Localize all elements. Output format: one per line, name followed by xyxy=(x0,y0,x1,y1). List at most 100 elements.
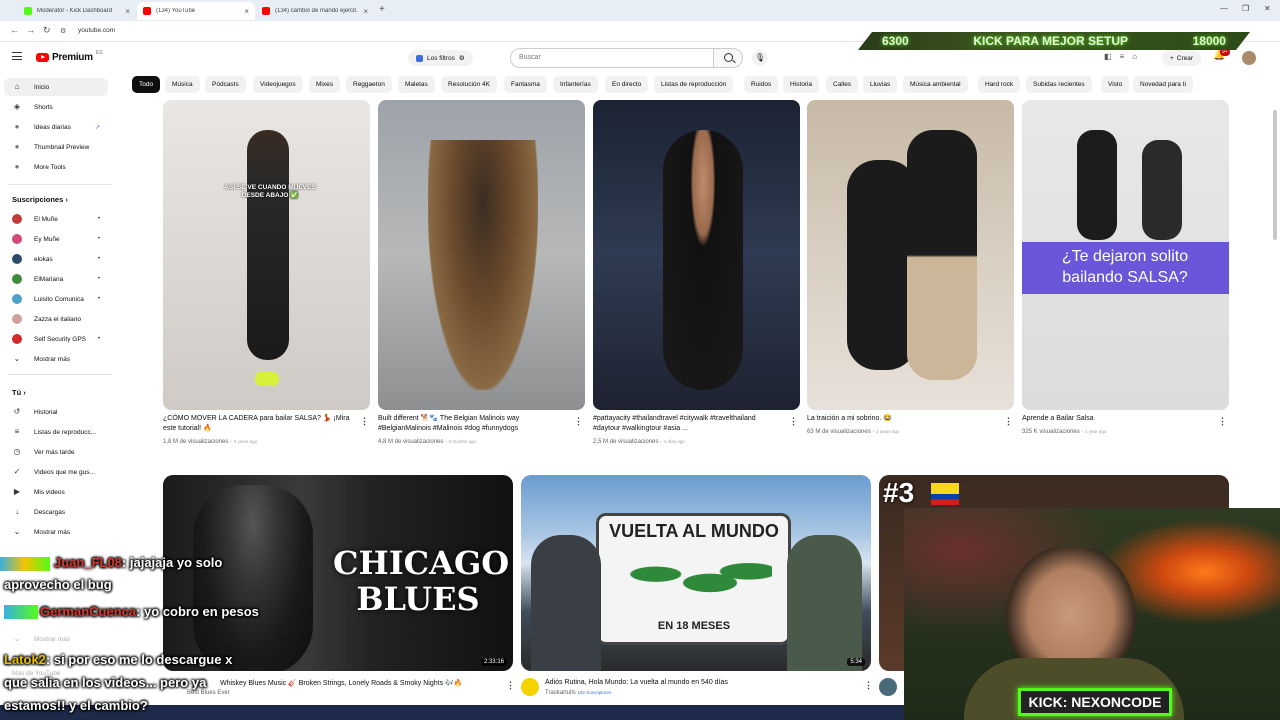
chat-message: Latok2: si por eso me lo descargue x xyxy=(4,652,233,667)
url-field[interactable]: youtube.com xyxy=(78,27,115,34)
chip[interactable]: Fantasma xyxy=(504,76,547,93)
extension-icon[interactable]: ◧ xyxy=(1104,52,1112,61)
sidebar-item-thumbnail-preview[interactable]: ● Thumbnail Preview xyxy=(4,138,108,156)
search-input[interactable]: Buscar xyxy=(510,48,714,68)
short-title[interactable]: Built different 🐕🐾 The Belgian Malinois … xyxy=(378,414,568,434)
list-icon[interactable]: ≡ xyxy=(1120,52,1125,61)
short-thumbnail[interactable]: ¿Te dejaron solito bailando SALSA? xyxy=(1022,100,1229,410)
short-title[interactable]: Aprende a Bailar Salsa xyxy=(1022,414,1212,424)
close-icon[interactable]: × xyxy=(125,7,130,16)
sidebar-item-historial[interactable]: ↺ Historial xyxy=(4,403,108,421)
more-options-icon[interactable]: ⋮ xyxy=(506,680,515,691)
chip[interactable]: Pódcasts xyxy=(205,76,246,93)
live-dot-icon: • xyxy=(97,216,100,222)
sidebar-item-playlists[interactable]: ≡ Listas de reproducc... xyxy=(4,423,108,441)
create-button[interactable]: + Crear xyxy=(1162,50,1202,66)
sidebar-item-liked[interactable]: ✓ Videos que me gus... xyxy=(4,463,108,481)
chip[interactable]: Lluvias xyxy=(863,76,898,93)
back-icon[interactable]: ← xyxy=(10,25,19,35)
mic-icon[interactable]: 🎙 xyxy=(752,50,768,66)
short-thumbnail[interactable] xyxy=(378,100,585,410)
sidebar-item-shorts[interactable]: ◈ Shorts xyxy=(4,98,108,116)
browser-tab-video[interactable]: (134) cambio de mando ejercit... × xyxy=(256,2,374,20)
you-heading[interactable]: Tú › xyxy=(12,388,26,397)
chip[interactable]: Maletas xyxy=(398,76,435,93)
chip[interactable]: Reggaeton xyxy=(346,76,392,93)
sidebar-item-ideas[interactable]: ● Ideas diarias ↗ xyxy=(4,118,108,136)
sidebar-item-sub[interactable]: elokas • xyxy=(4,250,108,268)
forward-icon[interactable]: → xyxy=(26,25,35,35)
channel-name[interactable]: Traskartulls 182 Suscriptores xyxy=(545,690,611,696)
short-title[interactable]: La traición a mi sobrino. 😂 xyxy=(807,414,997,424)
sidebar-item-my-videos[interactable]: ▶ Mis videos xyxy=(4,483,108,501)
chip[interactable]: Hard rock xyxy=(978,76,1021,93)
more-options-icon[interactable]: ⋮ xyxy=(1218,416,1227,427)
sidebar-show-more[interactable]: ⌄ Mostrar más xyxy=(4,350,108,368)
new-tab-icon[interactable]: + xyxy=(379,4,385,15)
close-icon[interactable]: × xyxy=(244,7,249,16)
chip[interactable]: Resolución 4K xyxy=(441,76,497,93)
chip[interactable]: Novedad para ti xyxy=(1133,76,1193,93)
short-thumbnail[interactable]: ASÍ SE VE CUANDO MUEVES DESDE ABAJO ✅ xyxy=(163,100,370,410)
logo-word: Premium xyxy=(52,52,93,63)
window-close-icon[interactable]: ✕ xyxy=(1264,4,1271,13)
filters-button[interactable]: Los filtros ⚙ xyxy=(408,50,473,66)
browser-tab-kick[interactable]: Moderator - Kick Dashboard × xyxy=(18,2,136,20)
short-thumbnail[interactable] xyxy=(593,100,800,410)
sidebar-item-sub[interactable]: Zazza el italiano xyxy=(4,310,108,328)
create-label: Crear xyxy=(1176,54,1194,62)
chip[interactable]: Infanterías xyxy=(553,76,598,93)
subscriptions-heading[interactable]: Suscripciones › xyxy=(12,195,68,204)
chip[interactable]: Listas de reproducción xyxy=(654,76,734,93)
more-options-icon[interactable]: ⋮ xyxy=(574,416,583,427)
sidebar-item-label: Ver más tarde xyxy=(34,448,75,456)
more-options-icon[interactable]: ⋮ xyxy=(1004,416,1013,427)
chip[interactable]: Mixes xyxy=(309,76,340,93)
minimize-icon[interactable]: — xyxy=(1220,4,1228,13)
avatar[interactable] xyxy=(1242,51,1256,65)
chip[interactable]: En directo xyxy=(605,76,649,93)
more-options-icon[interactable]: ⋮ xyxy=(789,416,798,427)
chip[interactable]: Música ambiental xyxy=(903,76,968,93)
chip[interactable]: Historia xyxy=(783,76,820,93)
menu-icon[interactable] xyxy=(12,52,22,60)
more-options-icon[interactable]: ⋮ xyxy=(864,680,873,691)
youtube-logo[interactable]: Premium ES xyxy=(36,50,102,63)
maximize-icon[interactable]: ❐ xyxy=(1242,4,1249,13)
video-thumbnail[interactable]: VUELTA AL MUNDO EN 18 MESES 5:34 xyxy=(521,475,871,671)
chip[interactable]: Música xyxy=(165,76,200,93)
scrollbar[interactable] xyxy=(1273,110,1277,240)
sidebar-item-inicio[interactable]: ⌂ Inicio xyxy=(4,78,108,96)
short-title[interactable]: #pattayacity #thailandtravel #citywalk #… xyxy=(593,414,783,434)
chip[interactable]: Videojuegos xyxy=(253,76,303,93)
short-thumbnail[interactable] xyxy=(807,100,1014,410)
cast-icon[interactable]: ⌂ xyxy=(1132,52,1137,61)
sidebar-item-watch-later[interactable]: ◷ Ver más tarde xyxy=(4,443,108,461)
more-options-icon[interactable]: ⋮ xyxy=(360,416,369,427)
sidebar-item-sub[interactable]: Ey Muñe • xyxy=(4,230,108,248)
kick-goal-label: KICK PARA MEJOR SETUP xyxy=(973,34,1128,48)
short-title[interactable]: ¿CÓMO MOVER LA CADERA para bailar SALSA?… xyxy=(163,414,353,434)
browser-tab-youtube[interactable]: (134) YouTube × xyxy=(137,2,255,20)
chip[interactable]: Subidas recientes xyxy=(1026,76,1092,93)
chip-todo[interactable]: Todo xyxy=(132,76,161,93)
sidebar-item-sub[interactable]: El Muñe • xyxy=(4,210,108,228)
sidebar-item-sub[interactable]: ElMariana • xyxy=(4,270,108,288)
sidebar-item-sub[interactable]: Luisito Comunica • xyxy=(4,290,108,308)
video-title[interactable]: Adiós Rutina, Hola Mundo: La vuelta al m… xyxy=(545,679,728,686)
close-icon[interactable]: × xyxy=(363,7,368,16)
avatar[interactable] xyxy=(879,678,897,696)
sidebar-item-downloads[interactable]: ↓ Descargas xyxy=(4,503,108,521)
chip[interactable]: Ruidos xyxy=(744,76,779,93)
sidebar-item-more-tools[interactable]: ● More Tools xyxy=(4,158,108,176)
sidebar-show-more[interactable]: ⌄ Mostrar más xyxy=(4,523,108,541)
search-button[interactable] xyxy=(713,48,743,68)
reload-icon[interactable]: ↻ xyxy=(43,25,51,36)
site-info-icon[interactable]: ⚙ xyxy=(60,27,66,35)
avatar[interactable] xyxy=(521,678,539,696)
chip[interactable]: Visto xyxy=(1101,76,1130,93)
sidebar-item-sub[interactable]: Self Security GPS • xyxy=(4,330,108,348)
chip[interactable]: Calles xyxy=(826,76,859,93)
thumbnail-subtext: EN 18 MESES xyxy=(657,620,731,632)
badges-icon xyxy=(4,605,38,619)
